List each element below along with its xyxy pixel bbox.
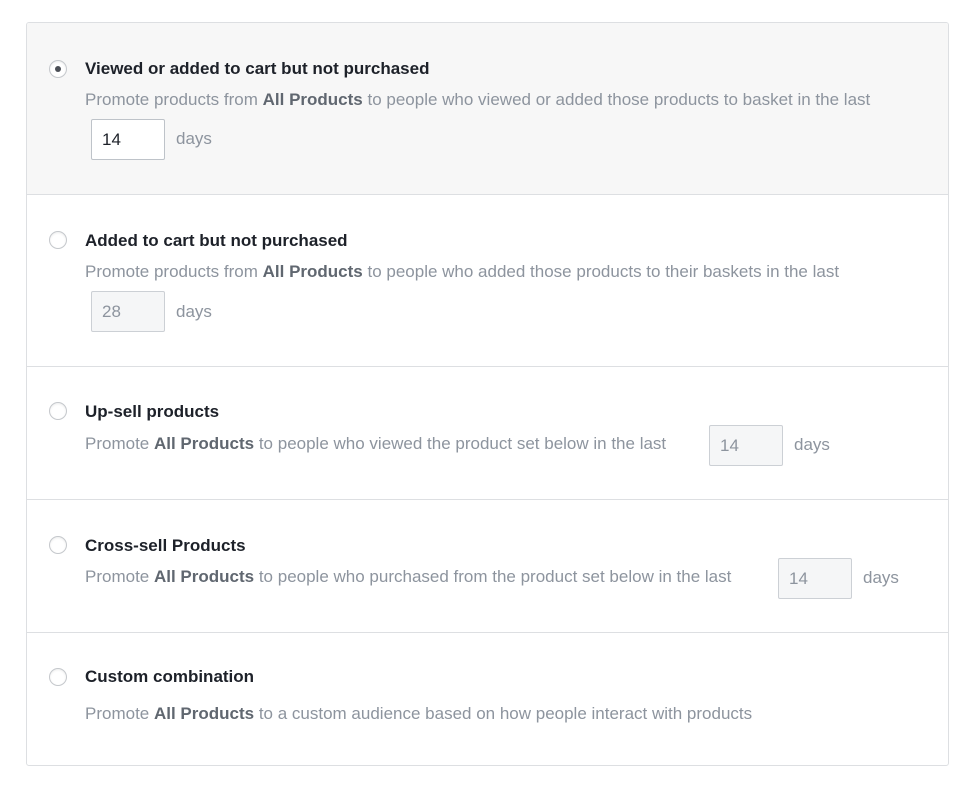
- option-title: Cross-sell Products: [85, 536, 246, 555]
- radio-button[interactable]: [49, 231, 67, 249]
- option-added-to-cart[interactable]: Added to cart but not purchased Promote …: [27, 195, 948, 367]
- product-set-name: All Products: [262, 90, 363, 109]
- option-description: Promote All Products to a custom audienc…: [85, 704, 753, 723]
- option-title: Up-sell products: [85, 402, 220, 421]
- days-label: days: [176, 129, 212, 148]
- days-input: [709, 425, 783, 466]
- option-description: Promote products from All Products to pe…: [85, 90, 871, 109]
- option-up-sell-products[interactable]: Up-sell products Promote All Products to…: [27, 367, 948, 500]
- days-label: days: [794, 435, 830, 454]
- days-input[interactable]: [91, 119, 165, 160]
- option-description: Promote All Products to people who viewe…: [85, 434, 667, 453]
- radio-dot-icon: [55, 66, 61, 72]
- radio-button[interactable]: [49, 402, 67, 420]
- option-title: Custom combination: [85, 667, 255, 686]
- option-cross-sell-products[interactable]: Cross-sell Products Promote All Products…: [27, 500, 948, 633]
- product-set-name: All Products: [262, 262, 363, 281]
- product-set-name: All Products: [153, 704, 255, 723]
- days-input: [91, 291, 165, 332]
- product-set-name: All Products: [153, 567, 255, 586]
- option-title: Added to cart but not purchased: [85, 231, 348, 250]
- option-custom-combination[interactable]: Custom combination Promote All Products …: [27, 633, 948, 765]
- option-description: Promote products from All Products to pe…: [85, 262, 840, 281]
- days-input: [778, 558, 852, 599]
- radio-button[interactable]: [49, 668, 67, 686]
- product-set-name: All Products: [153, 434, 255, 453]
- radio-button-selected[interactable]: [49, 60, 67, 78]
- option-title: Viewed or added to cart but not purchase…: [85, 59, 430, 78]
- days-label: days: [863, 568, 899, 587]
- option-description: Promote All Products to people who purch…: [85, 567, 732, 586]
- days-label: days: [176, 302, 212, 321]
- radio-button[interactable]: [49, 536, 67, 554]
- option-viewed-or-added-to-cart[interactable]: Viewed or added to cart but not purchase…: [27, 23, 948, 195]
- audience-options-panel: Viewed or added to cart but not purchase…: [26, 22, 949, 766]
